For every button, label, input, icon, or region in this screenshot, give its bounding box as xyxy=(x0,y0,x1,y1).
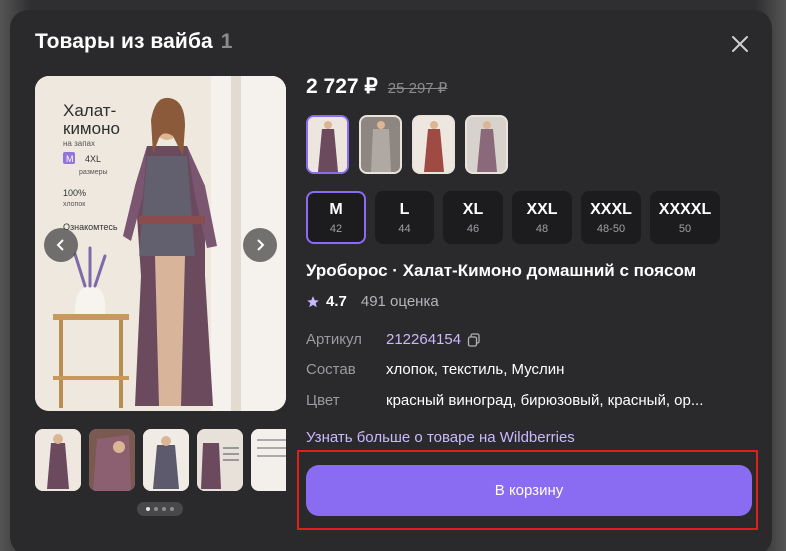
size-number: 48-50 xyxy=(596,222,626,235)
thumbnail[interactable] xyxy=(251,429,286,491)
color-variant[interactable] xyxy=(465,115,508,174)
image-subtitle: на запах xyxy=(63,139,95,148)
size-label: XXXL xyxy=(590,200,632,218)
thumbnail[interactable] xyxy=(35,429,81,491)
color-variant[interactable] xyxy=(306,115,349,174)
thumbnail[interactable] xyxy=(197,429,243,491)
star-icon xyxy=(307,295,319,307)
size-number: 42 xyxy=(329,222,343,235)
add-to-cart-button[interactable]: В корзину xyxy=(306,465,752,516)
spec-key: Цвет xyxy=(306,392,340,409)
color-variants xyxy=(306,115,508,174)
close-icon xyxy=(732,36,748,52)
spec-key: Состав xyxy=(306,361,356,378)
spec-color: Цвет красный виноград, бирюзовый, красны… xyxy=(306,392,703,409)
pagination-dot[interactable] xyxy=(146,507,150,511)
copy-icon[interactable] xyxy=(467,333,481,347)
spec-key: Артикул xyxy=(306,331,362,348)
image-headline-1: Халат- xyxy=(63,101,116,120)
spec-value: хлопок, текстиль, Муслин xyxy=(386,361,565,378)
size-option-xxxxl[interactable]: XXXXL 50 xyxy=(650,191,720,244)
size-label: XXL xyxy=(526,200,558,218)
size-option-xxxl[interactable]: XXXL 48-50 xyxy=(581,191,641,244)
size-option-xl[interactable]: XL 46 xyxy=(443,191,503,244)
size-label: XXXXL xyxy=(658,200,712,218)
image-size-from: M xyxy=(66,154,74,164)
current-price: 2 727 ₽ xyxy=(306,75,378,98)
size-label: M xyxy=(329,200,343,218)
next-image-button[interactable] xyxy=(243,228,277,262)
old-price: 25 297 ₽ xyxy=(387,80,448,97)
size-option-l[interactable]: L 44 xyxy=(375,191,434,244)
size-number: 44 xyxy=(398,222,411,235)
chevron-right-icon xyxy=(257,239,265,251)
size-option-xxl[interactable]: XXL 48 xyxy=(512,191,572,244)
gallery-pagination[interactable] xyxy=(137,502,183,516)
spec-value: красный виноград, бирюзовый, красный, ор… xyxy=(386,392,704,409)
thumbnail[interactable] xyxy=(89,429,135,491)
thumbnail-strip xyxy=(35,429,286,491)
pagination-dot[interactable] xyxy=(170,507,174,511)
image-material-percent: 100% xyxy=(63,188,86,198)
size-number: 48 xyxy=(535,222,549,235)
size-label: XL xyxy=(462,200,484,218)
price-row: 2 727 ₽ 25 297 ₽ xyxy=(306,74,447,99)
add-to-cart-label: В корзину xyxy=(494,482,564,499)
modal-title-count: 1 xyxy=(220,30,233,53)
size-label: L xyxy=(399,200,410,218)
pagination-dot[interactable] xyxy=(162,507,166,511)
size-selector: M 42 L 44 XL 46 XXL 48 XXXL 48-50 XXXXL … xyxy=(306,191,720,244)
image-size-to: 4XL xyxy=(85,154,101,164)
size-option-m[interactable]: M 42 xyxy=(306,191,366,244)
chevron-left-icon xyxy=(56,239,64,251)
color-variant[interactable] xyxy=(359,115,402,174)
rating-row: 4.7 491 оценка xyxy=(306,293,439,310)
spec-composition: Состав хлопок, текстиль, Муслин xyxy=(306,361,564,378)
image-material: хлопок xyxy=(63,201,86,208)
size-number: 50 xyxy=(678,222,692,235)
spec-article: Артикул 212264154 xyxy=(306,331,481,348)
pagination-dot[interactable] xyxy=(154,507,158,511)
thumbnail[interactable] xyxy=(143,429,189,491)
prev-image-button[interactable] xyxy=(44,228,78,262)
image-headline-2: кимоно xyxy=(63,119,120,138)
rating-value: 4.7 xyxy=(326,293,347,310)
image-sizes-label: размеры xyxy=(79,169,108,176)
product-name: Уроборос · Халат-Кимоно домашний с поясо… xyxy=(306,261,697,280)
modal-title-text: Товары из вайба xyxy=(35,30,213,53)
product-modal: Товары из вайба 1 Халат- кимоно на запах… xyxy=(10,10,772,551)
reviews-count: 491 оценка xyxy=(360,293,439,310)
close-button[interactable] xyxy=(728,32,752,56)
color-variant[interactable] xyxy=(412,115,455,174)
size-number: 46 xyxy=(466,222,480,235)
article-number[interactable]: 212264154 xyxy=(386,331,461,348)
modal-title: Товары из вайба 1 xyxy=(35,30,233,54)
wildberries-link[interactable]: Узнать больше о товаре на Wildberries xyxy=(306,429,575,446)
